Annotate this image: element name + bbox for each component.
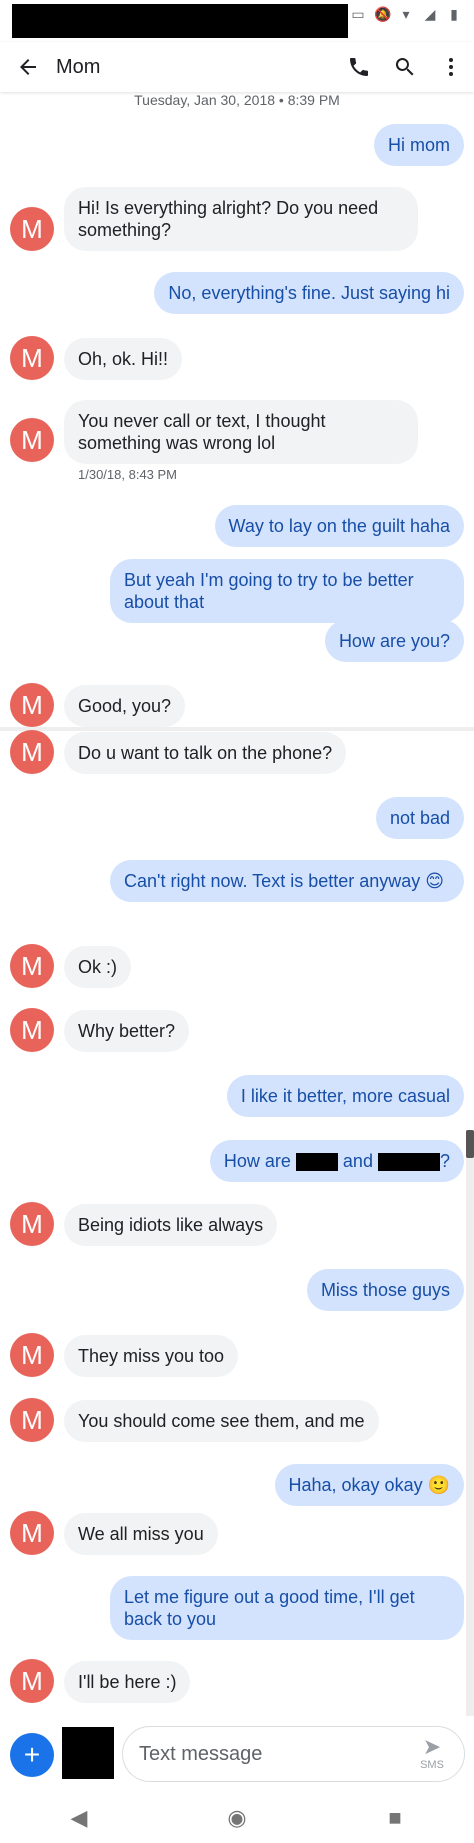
incoming-message[interactable]: I'll be here :) (64, 1661, 191, 1703)
avatar[interactable]: M (10, 1202, 54, 1246)
avatar[interactable]: M (10, 418, 54, 462)
incoming-message[interactable]: You should come see them, and me (64, 1400, 379, 1442)
nav-back-button[interactable]: ◀ (49, 1798, 109, 1838)
outgoing-message[interactable]: How are and ? (209, 1140, 464, 1182)
composer: + ➤ SMS (0, 1716, 474, 1792)
more-vert-icon (449, 58, 453, 76)
redacted-name (377, 1153, 440, 1172)
back-button[interactable] (0, 42, 56, 92)
message-timestamp: 1/30/18, 8:43 PM (78, 467, 178, 482)
outgoing-message[interactable]: Way to lay on the guilt haha (214, 505, 464, 547)
incoming-message[interactable]: Hi! Is everything alright? Do you need s… (64, 187, 418, 251)
avatar[interactable]: M (10, 207, 54, 251)
phone-icon (350, 58, 368, 76)
avatar[interactable]: M (10, 336, 54, 380)
status-icons: ▭ 🔕 ▾ ◢ ▮ (350, 6, 462, 22)
avatar[interactable]: M (10, 1511, 54, 1555)
incoming-message[interactable]: Oh, ok. Hi!! (64, 338, 183, 380)
outgoing-message[interactable]: Hi mom (374, 124, 464, 166)
incoming-message[interactable]: Do u want to talk on the phone? (64, 732, 347, 774)
send-button[interactable]: ➤ SMS (412, 1736, 452, 1776)
incoming-message[interactable]: Why better? (64, 1010, 190, 1052)
incoming-message[interactable]: Ok :) (64, 946, 131, 988)
outgoing-message[interactable]: But yeah I'm going to try to be better a… (110, 559, 464, 623)
avatar[interactable]: M (10, 1008, 54, 1052)
app-bar: Mom (0, 42, 474, 92)
outgoing-message[interactable]: Miss those guys (306, 1269, 464, 1311)
status-bar: ▭ 🔕 ▾ ◢ ▮ (0, 0, 474, 42)
nav-recents-button[interactable]: ■ (365, 1798, 425, 1838)
call-button[interactable] (336, 42, 382, 92)
conversation-title: Mom (56, 55, 101, 78)
avatar[interactable]: M (10, 1659, 54, 1703)
more-options-button[interactable] (428, 42, 474, 92)
incoming-message[interactable]: You never call or text, I thought someth… (64, 400, 418, 464)
nav-home-button[interactable]: ◉ (207, 1798, 267, 1838)
square-recents-icon: ■ (388, 1804, 402, 1830)
screenshot-seam (0, 727, 474, 731)
add-attachment-button[interactable]: + (10, 1733, 54, 1777)
incoming-message[interactable]: Good, you? (64, 685, 186, 727)
outgoing-message[interactable]: not bad (375, 797, 464, 839)
incoming-message[interactable]: We all miss you (64, 1513, 218, 1555)
avatar[interactable]: M (10, 944, 54, 988)
scrollbar-thumb[interactable] (466, 1130, 474, 1158)
outgoing-message[interactable]: Haha, okay okay 🙂 (274, 1464, 464, 1506)
send-icon: ➤ (422, 1734, 442, 1759)
outgoing-message[interactable]: I like it better, more casual (226, 1075, 464, 1117)
cast-icon: ▭ (351, 6, 365, 22)
outgoing-message[interactable]: Let me figure out a good time, I'll get … (110, 1576, 464, 1640)
incoming-message[interactable]: Being idiots like always (64, 1204, 278, 1246)
outgoing-message[interactable]: How are you? (324, 620, 464, 662)
outgoing-message[interactable]: No, everything's fine. Just saying hi (154, 272, 464, 314)
search-icon (395, 58, 414, 76)
send-sms-label: SMS (420, 1759, 444, 1771)
mute-icon: 🔕 (374, 6, 392, 22)
arrow-back-icon (20, 59, 36, 75)
redacted-name (295, 1153, 338, 1172)
circle-home-icon: ◉ (227, 1804, 247, 1830)
avatar[interactable]: M (10, 1398, 54, 1442)
incoming-message[interactable]: They miss you too (64, 1335, 239, 1377)
triangle-back-icon: ◀ (70, 1804, 88, 1830)
avatar[interactable]: M (10, 730, 54, 774)
redacted-attachment (62, 1727, 114, 1779)
message-text: ? (439, 1151, 450, 1171)
avatar[interactable]: M (10, 683, 54, 727)
system-nav-bar: ◀ ◉ ■ (0, 1792, 474, 1843)
scrollbar-track[interactable] (466, 1130, 474, 1730)
wifi-icon: ▾ (402, 6, 410, 22)
redacted-block (12, 4, 348, 38)
message-text: How are (223, 1151, 291, 1171)
message-text: and (342, 1151, 373, 1171)
conversation-timestamp: Tuesday, Jan 30, 2018 • 8:39 PM (134, 92, 340, 108)
search-button[interactable] (382, 42, 428, 92)
signal-icon: ◢ (424, 6, 436, 22)
avatar[interactable]: M (10, 1333, 54, 1377)
battery-icon: ▮ (450, 6, 458, 22)
outgoing-message[interactable]: Can't right now. Text is better anyway 😊 (110, 860, 464, 902)
